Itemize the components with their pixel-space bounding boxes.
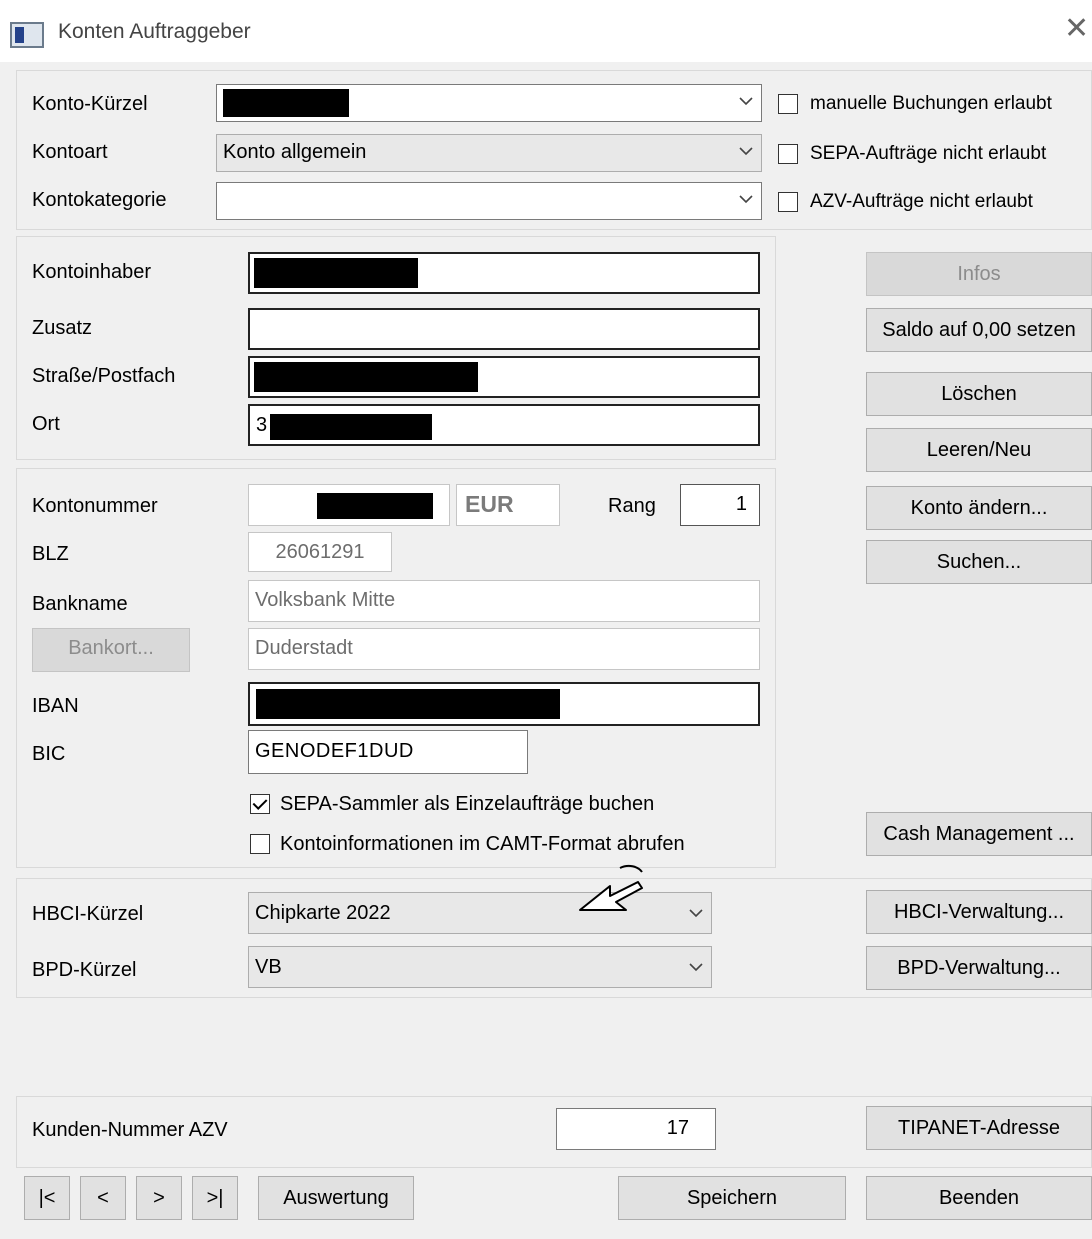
app-window-icon xyxy=(10,22,44,48)
tipanet-adresse-button[interactable]: TIPANET-Adresse xyxy=(866,1106,1092,1150)
chevron-down-icon xyxy=(739,97,753,106)
leeren-neu-button[interactable]: Leeren/Neu xyxy=(866,428,1092,472)
iban-label: IBAN xyxy=(32,695,79,717)
kontonummer-label: Kontonummer xyxy=(32,495,158,517)
rang-input[interactable]: 1 xyxy=(680,484,760,526)
pointer-cursor-icon xyxy=(579,864,643,911)
cash-management-button[interactable]: Cash Management ... xyxy=(866,812,1092,856)
bic-label: BIC xyxy=(32,743,66,765)
redacted-value xyxy=(256,689,560,719)
loeschen-button[interactable]: Löschen xyxy=(866,372,1092,416)
kontoart-combo[interactable]: Konto allgemein xyxy=(216,134,762,172)
last-record-button[interactable]: >| xyxy=(192,1176,238,1220)
zusatz-input[interactable] xyxy=(248,308,760,350)
ort-input[interactable]: 3 xyxy=(248,404,760,446)
chevron-down-icon xyxy=(689,909,703,918)
saldo-button[interactable]: Saldo auf 0,00 setzen xyxy=(866,308,1092,352)
kontokategorie-label: Kontokategorie xyxy=(32,189,167,211)
kontokategorie-combo[interactable] xyxy=(216,182,762,220)
auswertung-button[interactable]: Auswertung xyxy=(258,1176,414,1220)
kontoart-label: Kontoart xyxy=(32,141,108,163)
ort-label: Ort xyxy=(32,413,60,435)
bpd-kuerzel-value: VB xyxy=(255,956,282,978)
camt-label: Kontoinformationen im CAMT-Format abrufe… xyxy=(280,833,685,855)
blz-label: BLZ xyxy=(32,543,69,565)
next-record-button[interactable]: > xyxy=(136,1176,182,1220)
prev-record-button[interactable]: < xyxy=(80,1176,126,1220)
konto-aendern-button[interactable]: Konto ändern... xyxy=(866,486,1092,530)
chevron-down-icon xyxy=(739,195,753,204)
first-record-button[interactable]: |< xyxy=(24,1176,70,1220)
sepa-checkbox-label: SEPA-Aufträge nicht erlaubt xyxy=(810,143,1047,164)
hbci-kuerzel-value: Chipkarte 2022 xyxy=(255,902,391,924)
redacted-value xyxy=(254,258,418,288)
bankort-button[interactable]: Bankort... xyxy=(32,628,190,672)
sepa-sammler-checkbox[interactable] xyxy=(250,794,270,814)
suchen-button[interactable]: Suchen... xyxy=(866,540,1092,584)
hbci-verwaltung-button[interactable]: HBCI-Verwaltung... xyxy=(866,890,1092,934)
window-title: Konten Auftraggeber xyxy=(58,20,251,43)
ort-prefix: 3 xyxy=(256,414,268,436)
sepa-checkbox[interactable] xyxy=(778,144,798,164)
redacted-value xyxy=(317,493,433,519)
manuelle-checkbox[interactable] xyxy=(778,94,798,114)
redacted-value xyxy=(254,362,478,392)
konto-kuerzel-label: Konto-Kürzel xyxy=(32,93,148,115)
azv-checkbox-label: AZV-Aufträge nicht erlaubt xyxy=(810,191,1033,212)
azv-checkbox[interactable] xyxy=(778,192,798,212)
konto-kuerzel-combo[interactable] xyxy=(216,84,762,122)
redacted-value xyxy=(270,414,432,440)
bpd-kuerzel-combo[interactable]: VB xyxy=(248,946,712,988)
kontoart-value: Konto allgemein xyxy=(223,141,367,163)
bpd-kuerzel-label: BPD-Kürzel xyxy=(32,959,137,981)
strasse-input[interactable] xyxy=(248,356,760,398)
infos-button[interactable]: Infos xyxy=(866,252,1092,296)
blz-field: 26061291 xyxy=(248,532,392,572)
kontoinhaber-input[interactable] xyxy=(248,252,760,294)
kontoinhaber-label: Kontoinhaber xyxy=(32,261,151,283)
currency-field: EUR xyxy=(456,484,560,526)
chevron-down-icon xyxy=(739,147,753,156)
strasse-label: Straße/Postfach xyxy=(32,365,176,387)
chevron-down-icon xyxy=(689,963,703,972)
hbci-kuerzel-label: HBCI-Kürzel xyxy=(32,903,144,925)
bankname-label: Bankname xyxy=(32,593,128,615)
kontonummer-input[interactable] xyxy=(248,484,450,526)
iban-input[interactable] xyxy=(248,682,760,726)
rang-label: Rang xyxy=(608,495,656,517)
bankort-field: Duderstadt xyxy=(248,628,760,670)
camt-checkbox[interactable] xyxy=(250,834,270,854)
redacted-value xyxy=(223,89,349,117)
beenden-button[interactable]: Beenden xyxy=(866,1176,1092,1220)
sepa-sammler-label: SEPA-Sammler als Einzelaufträge buchen xyxy=(280,793,655,815)
zusatz-label: Zusatz xyxy=(32,317,93,339)
bankname-field: Volksbank Mitte xyxy=(248,580,760,622)
manuelle-checkbox-label: manuelle Buchungen erlaubt xyxy=(810,93,1052,114)
bic-input[interactable]: GENODEF1DUD xyxy=(248,730,528,774)
bpd-verwaltung-button[interactable]: BPD-Verwaltung... xyxy=(866,946,1092,990)
close-icon[interactable]: ✕ xyxy=(1064,14,1089,44)
kunden-nummer-azv-input[interactable]: 17 xyxy=(556,1108,716,1150)
speichern-button[interactable]: Speichern xyxy=(618,1176,846,1220)
kunden-nummer-azv-label: Kunden-Nummer AZV xyxy=(32,1119,228,1141)
